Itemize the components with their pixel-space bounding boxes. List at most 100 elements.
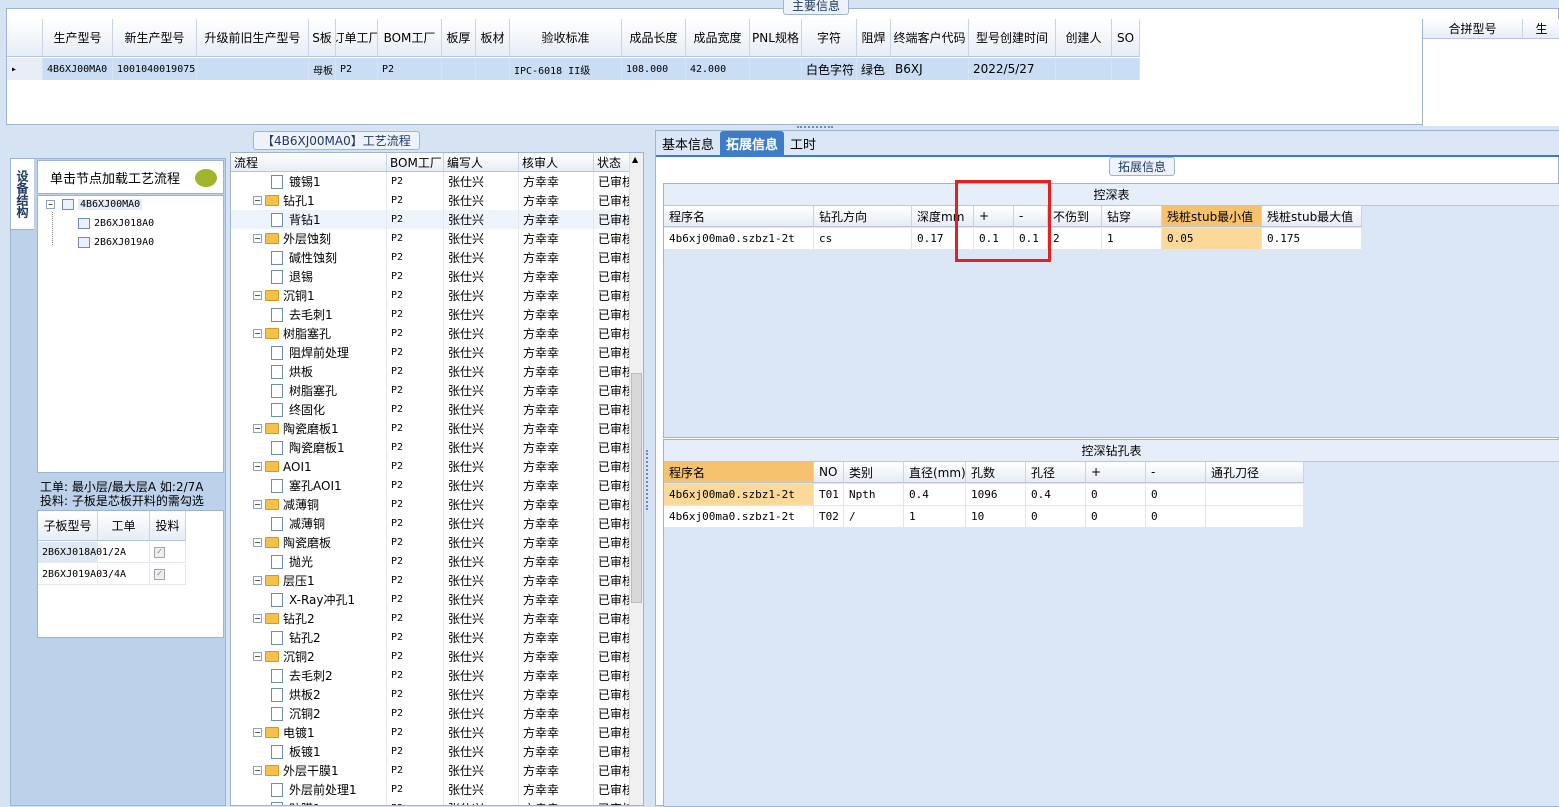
- column-header[interactable]: 投料: [150, 511, 186, 540]
- flow-row[interactable]: − 树脂塞孔 P2 张仕兴 方幸幸 已审核: [231, 324, 632, 343]
- flow-row[interactable]: 去毛刺1 P2 张仕兴 方幸幸 已审核: [231, 305, 632, 324]
- flow-row[interactable]: − 层压1 P2 张仕兴 方幸幸 已审核: [231, 571, 632, 590]
- tab-device-structure[interactable]: 设备结构: [10, 158, 34, 230]
- collapse-icon[interactable]: −: [253, 500, 262, 509]
- cell[interactable]: 1096: [966, 484, 1026, 505]
- scroll-up-icon[interactable]: ▲: [632, 155, 638, 164]
- cell[interactable]: 0: [1086, 484, 1146, 505]
- collapse-icon[interactable]: −: [253, 614, 262, 623]
- scroll-thumb[interactable]: [631, 373, 642, 603]
- cell[interactable]: 1: [1102, 228, 1162, 249]
- cell[interactable]: 0.05: [1162, 228, 1262, 249]
- column-header[interactable]: 新生产型号: [113, 19, 197, 56]
- flow-row[interactable]: − 陶瓷磨板1 P2 张仕兴 方幸幸 已审核: [231, 419, 632, 438]
- column-header[interactable]: NO: [814, 462, 844, 482]
- column-header[interactable]: 工单: [98, 511, 150, 540]
- flow-row[interactable]: − 外层蚀刻 P2 张仕兴 方幸幸 已审核: [231, 229, 632, 248]
- column-header[interactable]: +: [1086, 462, 1146, 482]
- checkbox[interactable]: ✓: [154, 568, 165, 580]
- table-row[interactable]: 2B6XJ019A0 3/4A ✓: [38, 564, 186, 585]
- table-row[interactable]: 4b6xj00ma0.szbz1-2t T01 Npth 0.4 1096 0.4 0 0: [664, 484, 1304, 506]
- cell[interactable]: 1: [904, 506, 966, 527]
- cell[interactable]: Npth: [844, 484, 904, 505]
- column-header[interactable]: 成品长度: [622, 19, 686, 56]
- flow-row[interactable]: 背钻1 P2 张仕兴 方幸幸 已审核: [231, 210, 632, 229]
- flow-row[interactable]: − 减薄铜 P2 张仕兴 方幸幸 已审核: [231, 495, 632, 514]
- tree-node-child[interactable]: 2B6XJ018A0: [78, 218, 154, 229]
- cell[interactable]: 0: [1146, 484, 1206, 505]
- flow-row[interactable]: − 陶瓷磨板 P2 张仕兴 方幸幸 已审核: [231, 533, 632, 552]
- column-header[interactable]: 升级前旧生产型号: [197, 19, 309, 56]
- cell[interactable]: cs: [814, 228, 912, 249]
- tree-node-root[interactable]: − 4B6XJ00MA0: [46, 199, 143, 210]
- column-header[interactable]: 创建人: [1056, 19, 1112, 56]
- column-header[interactable]: 终端客户代码: [891, 19, 969, 56]
- cell[interactable]: 0: [1026, 506, 1086, 527]
- cell[interactable]: /: [844, 506, 904, 527]
- flow-row[interactable]: 去毛刺2 P2 张仕兴 方幸幸 已审核: [231, 666, 632, 685]
- chat-bubble-icon[interactable]: [195, 169, 217, 187]
- collapse-icon[interactable]: −: [253, 728, 262, 737]
- flow-row[interactable]: − 钻孔2 P2 张仕兴 方幸幸 已审核: [231, 609, 632, 628]
- column-header[interactable]: 通孔刀径: [1206, 462, 1304, 482]
- column-header[interactable]: 型号创建时间: [969, 19, 1056, 56]
- flow-row[interactable]: 外层前处理1 P2 张仕兴 方幸幸 已审核: [231, 780, 632, 799]
- flow-row[interactable]: 减薄铜 P2 张仕兴 方幸幸 已审核: [231, 514, 632, 533]
- cell[interactable]: 0: [1086, 506, 1146, 527]
- flow-row[interactable]: − 钻孔1 P2 张仕兴 方幸幸 已审核: [231, 191, 632, 210]
- column-header[interactable]: 钻穿: [1102, 206, 1162, 226]
- column-header[interactable]: 子板型号: [38, 511, 98, 540]
- column-header[interactable]: 直径(mm): [904, 462, 966, 482]
- column-header[interactable]: 验收标准: [510, 19, 622, 56]
- table-row[interactable]: 4b6xj00ma0.szbz1-2t T02/1 10 0 0 0: [664, 506, 1304, 528]
- flow-row[interactable]: − 沉铜1 P2 张仕兴 方幸幸 已审核: [231, 286, 632, 305]
- flow-row[interactable]: 陶瓷磨板1 P2 张仕兴 方幸幸 已审核: [231, 438, 632, 457]
- column-header[interactable]: S板: [309, 19, 336, 56]
- flow-row[interactable]: 沉铜2 P2 张仕兴 方幸幸 已审核: [231, 704, 632, 723]
- checkbox-cell[interactable]: ✓: [150, 564, 186, 584]
- collapse-icon[interactable]: −: [253, 234, 262, 243]
- cell[interactable]: 0.4: [904, 484, 966, 505]
- collapse-icon[interactable]: −: [253, 538, 262, 547]
- column-header[interactable]: 不伤到: [1048, 206, 1102, 226]
- flow-row[interactable]: 贴膜1 P2张仕兴方幸幸已审核: [231, 799, 632, 805]
- column-header[interactable]: 孔数: [966, 462, 1026, 482]
- column-header[interactable]: 订单工厂: [336, 19, 378, 56]
- flow-scrollbar[interactable]: ▲: [629, 153, 643, 805]
- flow-row[interactable]: 镀锡1 P2 张仕兴 方幸幸 已审核: [231, 172, 632, 191]
- column-header[interactable]: -: [1146, 462, 1206, 482]
- column-header[interactable]: 类别: [844, 462, 904, 482]
- column-header[interactable]: 编写人: [444, 153, 519, 171]
- flow-row[interactable]: 阻焊前处理 P2 张仕兴 方幸幸 已审核: [231, 343, 632, 362]
- main-info-row[interactable]: ▸ 4B6XJ00MA0 10010400190758 母板 P2 P2 IPC-6018…: [7, 58, 1140, 80]
- splitter-handle[interactable]: [646, 450, 652, 510]
- collapse-icon[interactable]: −: [253, 766, 262, 775]
- column-header[interactable]: PNL规格: [750, 19, 802, 56]
- column-header[interactable]: 孔径: [1026, 462, 1086, 482]
- column-header[interactable]: SO: [1112, 19, 1140, 56]
- column-header[interactable]: 程序名: [664, 206, 814, 226]
- flow-row[interactable]: − AOI1 P2 张仕兴 方幸幸 已审核: [231, 457, 632, 476]
- column-header[interactable]: 核审人: [519, 153, 594, 171]
- column-header[interactable]: 生: [1523, 19, 1559, 38]
- table-row[interactable]: 2B6XJ018A0 1/2A ✓: [38, 542, 186, 563]
- column-header[interactable]: 状态: [594, 153, 632, 171]
- flow-row[interactable]: X-Ray冲孔1 P2 张仕兴 方幸幸 已审核: [231, 590, 632, 609]
- flow-row[interactable]: 烘板2 P2 张仕兴 方幸幸 已审核: [231, 685, 632, 704]
- flow-row[interactable]: 板镀1 P2 张仕兴 方幸幸 已审核: [231, 742, 632, 761]
- cell[interactable]: 4b6xj00ma0.szbz1-2t: [664, 484, 814, 505]
- column-header[interactable]: 合拼型号: [1423, 19, 1523, 38]
- flow-row[interactable]: − 外层干膜1 P2 张仕兴 方幸幸 已审核: [231, 761, 632, 780]
- collapse-icon[interactable]: −: [253, 652, 262, 661]
- tab-basic[interactable]: 基本信息: [656, 131, 720, 155]
- checkbox[interactable]: ✓: [154, 546, 165, 558]
- tab-extended[interactable]: 拓展信息: [720, 131, 785, 155]
- flow-row[interactable]: − 沉铜2 P2 张仕兴 方幸幸 已审核: [231, 647, 632, 666]
- flow-row[interactable]: 抛光 P2 张仕兴 方幸幸 已审核: [231, 552, 632, 571]
- flow-row[interactable]: 终固化 P2 张仕兴 方幸幸 已审核: [231, 400, 632, 419]
- collapse-icon[interactable]: −: [253, 424, 262, 433]
- column-header[interactable]: 钻孔方向: [814, 206, 912, 226]
- column-header[interactable]: 程序名: [664, 462, 814, 482]
- cell[interactable]: 0.4: [1026, 484, 1086, 505]
- cell[interactable]: [1206, 506, 1304, 527]
